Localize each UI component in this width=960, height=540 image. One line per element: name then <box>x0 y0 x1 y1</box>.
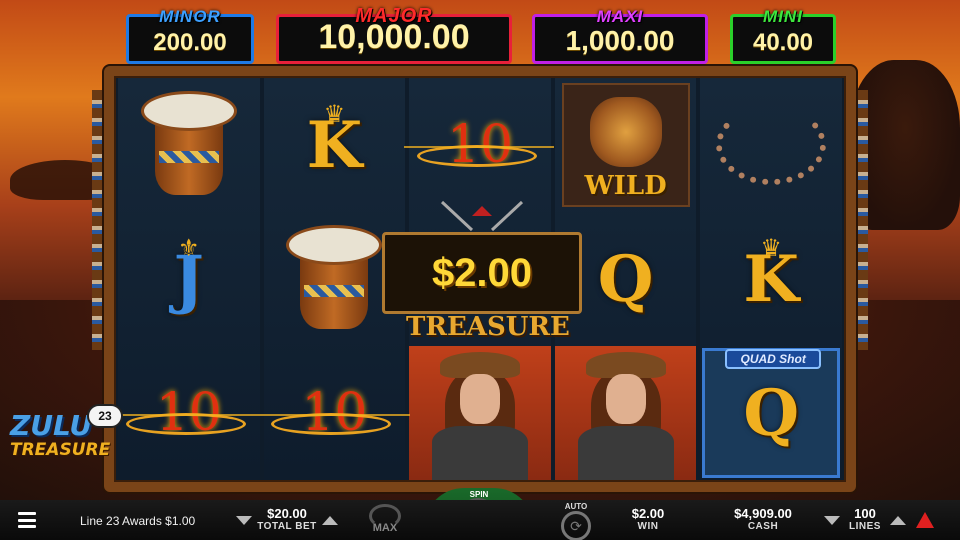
cash-display: $4,909.00 CASH <box>718 506 808 532</box>
quad-shot-tag: QUAD Shot <box>725 349 822 369</box>
payline-segment <box>404 146 554 148</box>
bet-increase-button[interactable] <box>322 516 338 525</box>
lines-increase-button[interactable] <box>890 516 906 525</box>
autoplay-icon: ⟳ <box>561 511 591 540</box>
jackpot-major-label: MAJOR <box>355 5 433 27</box>
drum-icon <box>282 225 386 333</box>
crown-icon: ♛ <box>760 235 782 262</box>
treasure-banner: TREASURE <box>406 312 570 342</box>
menu-button[interactable] <box>18 512 36 528</box>
status-message: Line 23 Awards $1.00 <box>80 514 196 528</box>
logo-line-2: TREASURE <box>10 440 111 460</box>
crown-icon: ♛ <box>323 101 346 128</box>
drum-icon <box>137 91 241 199</box>
wild-label: WILD <box>584 171 667 201</box>
symbol-j: ⚜ J <box>118 212 260 346</box>
symbol-necklace <box>700 78 842 212</box>
cash-value: $4,909.00 <box>734 506 792 521</box>
jackpot-major: MAJOR 10,000.00 <box>276 5 512 64</box>
logo-line-1: ZULU <box>10 409 93 442</box>
necklace-icon <box>716 105 827 185</box>
symbol-ten: 10 <box>118 346 260 480</box>
jackpot-mini: MINI 40.00 <box>730 7 836 64</box>
auto-label: AUTO <box>564 502 588 511</box>
jackpot-mini-label: MINI <box>763 7 803 26</box>
symbol-ten: 10 <box>409 78 551 212</box>
jackpot-minor: MINOR 200.00 <box>126 7 254 64</box>
bottom-control-bar: Line 23 Awards $1.00 $20.00 TOTAL BET MA… <box>0 500 960 540</box>
win-value: $2.00 <box>631 506 665 521</box>
autoplay-button[interactable]: AUTO ⟳ <box>556 502 596 540</box>
symbol-k: ♛ K <box>700 212 842 346</box>
reel-1: ⚜ J 10 <box>118 78 260 480</box>
symbol-wild: WILD <box>555 78 697 212</box>
symbol-q-letter: Q <box>743 375 800 451</box>
symbol-ten: 10 <box>264 346 406 480</box>
lines-value: 100 <box>854 506 876 521</box>
jackpot-mini-value: 40.00 <box>752 29 814 56</box>
symbol-ten-text: 10 <box>125 383 246 443</box>
win-label: WIN <box>637 521 659 532</box>
symbol-quad-shot: QUAD Shot Q <box>700 346 842 480</box>
jackpot-maxi-label: MAXI <box>596 7 644 26</box>
jackpot-minor-value: 200.00 <box>153 29 227 56</box>
lines-label: LINES <box>849 521 881 532</box>
total-bet-value: $20.00 <box>267 506 307 521</box>
total-bet-label: TOTAL BET <box>257 521 317 532</box>
symbol-k: ♛ K <box>264 78 406 212</box>
symbol-ten-text: 10 <box>416 115 537 175</box>
jackpot-maxi-value: 1,000.00 <box>565 25 675 56</box>
symbol-q-letter: Q <box>597 241 654 317</box>
win-popup-amount: $2.00 <box>431 250 533 295</box>
win-popup: $2.00 <box>382 232 582 314</box>
bet-decrease-button[interactable] <box>236 516 252 525</box>
lines-decrease-button[interactable] <box>824 516 840 525</box>
cash-label: CASH <box>747 521 779 532</box>
win-display: $2.00 WIN <box>618 506 678 532</box>
max-label: MAX <box>372 522 398 534</box>
symbol-drum <box>118 78 260 212</box>
quad-shot-box: QUAD Shot Q <box>702 348 841 478</box>
payline-number-badge: 23 <box>87 404 123 428</box>
total-bet: $20.00 TOTAL BET <box>252 506 322 532</box>
wild-lion-mask: WILD <box>561 83 690 207</box>
lion-mask-icon <box>589 97 662 167</box>
lines-display: 100 LINES <box>840 506 890 532</box>
symbol-heroine <box>554 346 697 480</box>
jackpot-minor-label: MINOR <box>159 7 221 26</box>
crossed-spears-icon <box>440 200 524 232</box>
max-bet-button[interactable]: MAX <box>364 504 406 538</box>
fleur-icon: ⚜ <box>178 235 200 262</box>
jackpot-maxi: MAXI 1,000.00 <box>532 7 708 64</box>
reel-5: ♛ K QUAD Shot Q <box>700 78 842 480</box>
symbol-ten-text: 10 <box>271 383 392 443</box>
symbol-heroine <box>409 346 551 480</box>
provider-logo-icon <box>916 512 934 528</box>
game-logo: ZULU TREASURE <box>10 409 111 482</box>
payline-segment <box>120 414 410 416</box>
